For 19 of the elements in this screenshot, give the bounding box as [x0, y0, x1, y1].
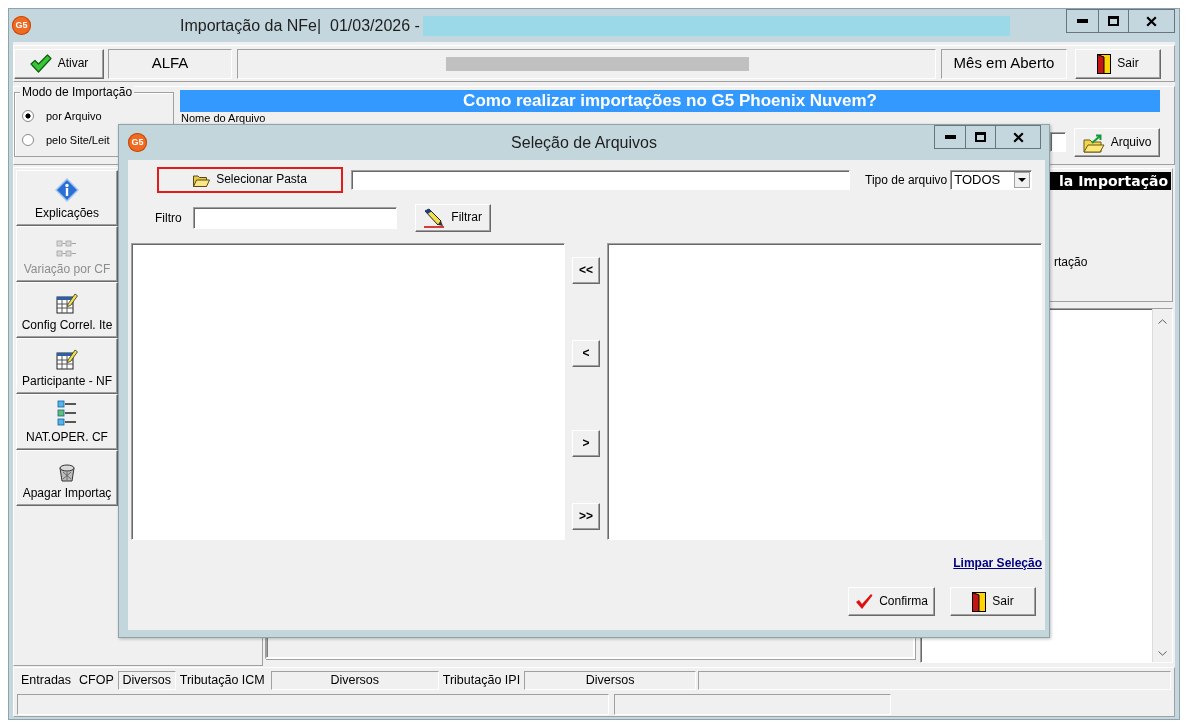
group-title: Modo de Importação	[20, 85, 135, 99]
dialog-title: Seleção de Arquivos	[511, 132, 657, 153]
radio-label: pelo Site/Leit	[46, 132, 110, 148]
app-logo: G5	[128, 133, 147, 152]
status-label: CFOP	[78, 672, 115, 690]
status-label: Tributação IPI	[441, 672, 522, 690]
panel-text: rtação	[1054, 254, 1088, 271]
app-logo: G5	[12, 16, 31, 35]
company-field: ALFA	[108, 48, 232, 79]
period-status-field: Mês em Aberto	[941, 48, 1067, 79]
status-field: Diversos	[117, 671, 176, 690]
status-field: Diversos	[270, 671, 439, 690]
status-label: Tributação ICM	[178, 672, 266, 690]
status-label: Entradas	[20, 672, 73, 690]
field-label: Filtro	[155, 210, 182, 227]
radio-label: por Arquivo	[46, 108, 102, 124]
window-title: Importação da NFe| 01/03/2026 -	[180, 15, 420, 36]
field-label: Nome do Arquivo	[181, 112, 266, 124]
status-field: Diversos	[524, 671, 697, 690]
